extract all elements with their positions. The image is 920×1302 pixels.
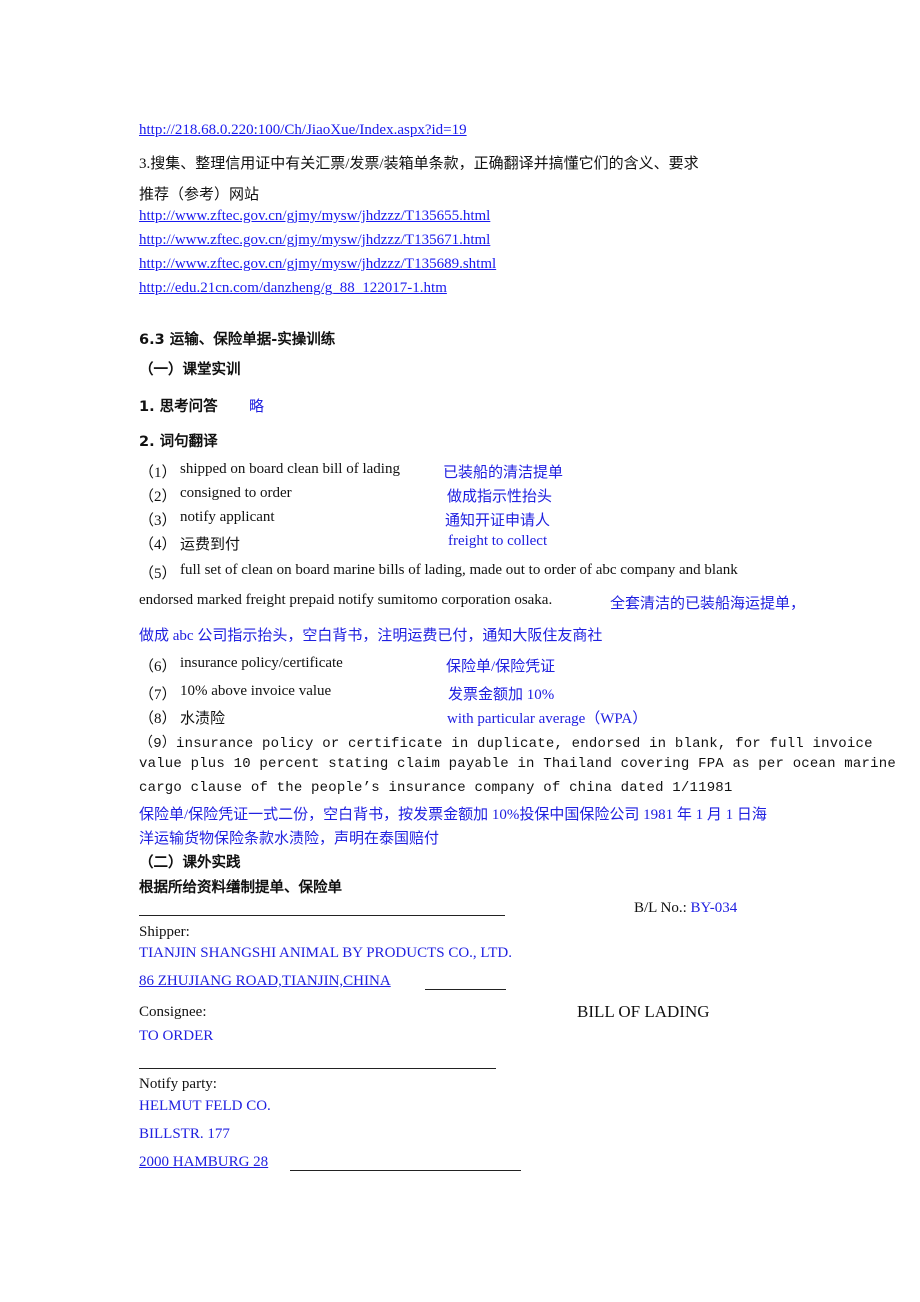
notify-party-label: Notify party: [139,1076,217,1092]
part-1-heading: （一）课堂实训 [139,362,241,378]
translation-answer: 发票金额加 10% [448,687,555,703]
consignee-value: TO ORDER [139,1028,214,1044]
underline-fill [425,989,506,990]
translation-answer-1: 全套清洁的已装船海运提单， [610,596,806,612]
bl-number-value: BY-034 [690,900,738,916]
underline-fill [290,1170,521,1171]
source-phrase: insurance policy/certificate [180,655,343,671]
notify-party-street: BILLSTR. 177 [139,1126,230,1142]
source-phrase: 运费到付 [180,537,241,553]
translation-answer-2: 做成 abc 公司指示抬头，空白背书，注明运费已付，通知大阪住友商社 [139,628,603,644]
question-1-answer: 略 [249,399,265,415]
part-2-heading: （二）课外实践 [139,855,241,871]
source-phrase: 10% above invoice value [180,683,332,699]
source-phrase: shipped on board clean bill of lading [180,461,400,477]
shipper-address: 86 ZHUJIANG ROAD,TIANJIN,CHINA [139,973,391,989]
source-line-2: value plus 10 percent stating claim paya… [139,756,896,772]
translation-answer-2: 洋运输货物保险条款水渍险，声明在泰国赔付 [139,831,440,847]
website-link[interactable]: http://www.zftec.gov.cn/gjmy/mysw/jhdzzz… [139,232,490,249]
item-number: （2） [139,489,177,505]
website-link[interactable]: http://edu.21cn.com/danzheng/g_88_122017… [139,280,447,297]
shipper-label: Shipper: [139,924,190,940]
translation-answer-1: 保险单/保险凭证一式二份，空白背书，按发票金额加 10%投保中国保险公司 198… [139,807,767,823]
translation-answer: 保险单/保险凭证 [446,659,556,675]
item-number: （5） [139,566,177,582]
recommend-label: 推荐（参考）网站 [139,187,260,203]
consignee-label: Consignee: [139,1004,207,1020]
divider-line [139,1068,496,1069]
source-phrase: notify applicant [180,509,275,525]
source-phrase: 水渍险 [180,711,226,727]
translation-answer: 通知开证申请人 [445,513,551,529]
item-3-text: 3.搜集、整理信用证中有关汇票/发票/装箱单条款，正确翻译并搞懂它们的含义、要求 [139,156,699,172]
translation-answer: 已装船的清洁提单 [443,465,564,481]
section-title: 6.3 运输、保险单据-实操训练 [139,332,336,348]
question-1-label: 1. 思考问答 [139,399,218,415]
source-phrase: consigned to order [180,485,292,501]
website-link[interactable]: http://www.zftec.gov.cn/gjmy/mysw/jhdzzz… [139,256,496,273]
source-line-2: endorsed marked freight prepaid notify s… [139,592,553,608]
source-line-3: cargo clause of the people’s insurance c… [139,780,733,796]
translation-answer: 做成指示性抬头 [447,489,553,505]
notify-party-city: 2000 HAMBURG 28 [139,1154,269,1170]
notify-party-name: HELMUT FELD CO. [139,1098,271,1114]
bl-number-label: B/L No.: [634,900,687,916]
bl-number: B/L No.: BY-034 [634,900,737,917]
divider-line [139,915,505,916]
document-title: BILL OF LADING [577,1002,710,1021]
part-2-instruction: 根据所给资料缮制提单、保险单 [139,880,342,896]
shipper-name: TIANJIN SHANGSHI ANIMAL BY PRODUCTS CO.,… [139,945,512,961]
item-number: （8） [139,711,177,727]
translation-answer: freight to collect [448,533,548,549]
source-line-1: （9）insurance policy or certificate in du… [139,736,873,752]
item-number: （4） [139,537,177,553]
question-2-label: 2. 词句翻译 [139,434,218,450]
reference-link[interactable]: http://218.68.0.220:100/Ch/JiaoXue/Index… [139,122,467,139]
item-number: （7） [139,687,177,703]
translation-answer: with particular average（WPA） [447,711,648,727]
source-line-1: full set of clean on board marine bills … [180,562,738,578]
item-number: （3） [139,513,177,529]
item-number: （6） [139,659,177,675]
website-link[interactable]: http://www.zftec.gov.cn/gjmy/mysw/jhdzzz… [139,208,490,225]
item-number: （1） [139,465,177,481]
